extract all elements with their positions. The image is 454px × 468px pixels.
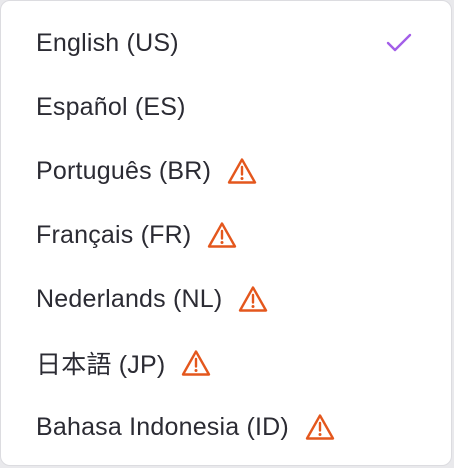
language-option-label: Português (BR) xyxy=(36,156,212,185)
warning-triangle-icon xyxy=(227,156,257,186)
language-list: English (US) Español (ES) Português (BR) xyxy=(1,1,451,459)
language-option-label: 日本語 (JP) xyxy=(36,351,166,379)
language-option-japanese-jp[interactable]: 日本語 (JP) xyxy=(1,331,451,395)
language-option-bahasa-indonesia-id[interactable]: Bahasa Indonesia (ID) xyxy=(1,395,451,459)
checkmark-icon xyxy=(385,29,413,57)
language-option-label: English (US) xyxy=(36,28,179,57)
language-option-label: Nederlands (NL) xyxy=(36,284,223,313)
language-option-label: Bahasa Indonesia (ID) xyxy=(36,412,289,441)
warning-triangle-icon xyxy=(238,284,268,314)
language-option-nederlands-nl[interactable]: Nederlands (NL) xyxy=(1,267,451,331)
language-option-label: Français (FR) xyxy=(36,220,192,249)
language-option-espanol-es[interactable]: Español (ES) xyxy=(1,75,451,139)
language-option-label: Español (ES) xyxy=(36,92,186,121)
language-option-francais-fr[interactable]: Français (FR) xyxy=(1,203,451,267)
warning-triangle-icon xyxy=(305,412,335,442)
language-option-portugues-br[interactable]: Português (BR) xyxy=(1,139,451,203)
language-dropdown-menu: English (US) Español (ES) Português (BR) xyxy=(0,0,452,466)
warning-triangle-icon xyxy=(181,348,211,378)
warning-triangle-icon xyxy=(207,220,237,250)
language-option-english-us[interactable]: English (US) xyxy=(1,11,451,75)
